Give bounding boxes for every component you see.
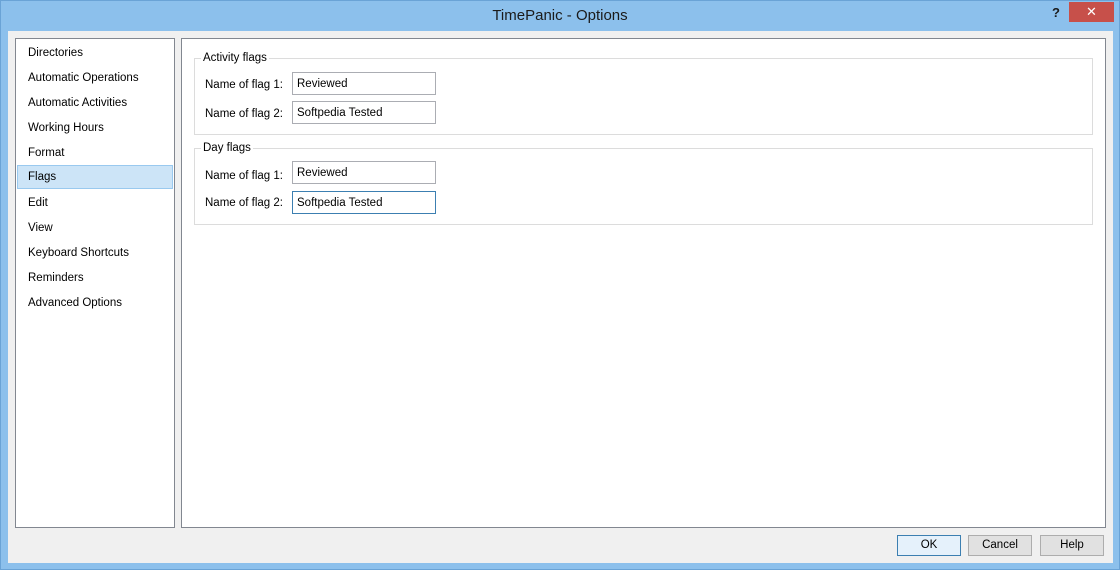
day-flag1-input[interactable] [292,161,436,184]
sidebar-item-edit[interactable]: Edit [17,191,173,215]
options-window: TimePanic - Options ? ✕ Directories Auto… [0,0,1120,570]
activity-flags-title: Activity flags [201,51,269,65]
activity-flag1-input[interactable] [292,72,436,95]
sidebar-item-advanced-options[interactable]: Advanced Options [17,291,173,315]
cancel-button[interactable]: Cancel [968,535,1032,556]
sidebar-item-flags[interactable]: Flags [17,165,173,189]
sidebar-item-automatic-activities[interactable]: Automatic Activities [17,91,173,115]
sidebar-item-format[interactable]: Format [17,141,173,165]
window-title: TimePanic - Options [492,7,628,24]
day-flags-title: Day flags [201,141,253,155]
close-button[interactable]: ✕ [1069,2,1114,22]
help-question-icon[interactable]: ? [1049,5,1063,23]
activity-flags-group: Activity flags Name of flag 1: Name of f… [194,51,1093,135]
title-bar[interactable]: TimePanic - Options ? ✕ [1,1,1119,31]
dialog-client-area: Directories Automatic Operations Automat… [8,31,1113,563]
activity-flag1-label: Name of flag 1: [205,79,283,91]
day-flag2-input[interactable] [292,191,436,214]
help-button[interactable]: Help [1040,535,1104,556]
sidebar-item-directories[interactable]: Directories [17,41,173,65]
activity-flag2-label: Name of flag 2: [205,108,283,120]
sidebar-item-keyboard-shortcuts[interactable]: Keyboard Shortcuts [17,241,173,265]
sidebar-item-automatic-operations[interactable]: Automatic Operations [17,66,173,90]
options-category-list[interactable]: Directories Automatic Operations Automat… [15,38,175,528]
flags-settings-panel: Activity flags Name of flag 1: Name of f… [181,38,1106,528]
sidebar-item-working-hours[interactable]: Working Hours [17,116,173,140]
day-flag1-label: Name of flag 1: [205,170,283,182]
activity-flag2-input[interactable] [292,101,436,124]
sidebar-item-view[interactable]: View [17,216,173,240]
sidebar-item-reminders[interactable]: Reminders [17,266,173,290]
day-flag2-label: Name of flag 2: [205,197,283,209]
day-flags-group: Day flags Name of flag 1: Name of flag 2… [194,141,1093,225]
ok-button[interactable]: OK [897,535,961,556]
